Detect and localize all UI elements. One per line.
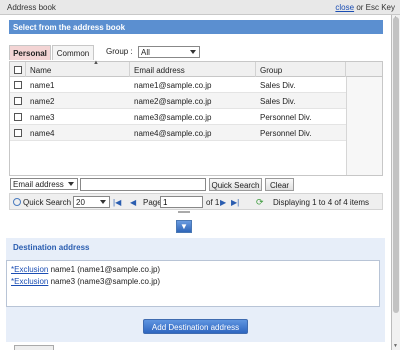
destination-title: Destination address	[13, 243, 90, 252]
table-row[interactable]: name3 name3@sample.co.jp Personnel Div.	[10, 109, 346, 125]
exclusion-link[interactable]: *Exclusion	[11, 277, 48, 286]
window-title: Address book	[7, 3, 56, 12]
search-field-select[interactable]: Email address	[10, 178, 78, 190]
per-page-value: 20	[76, 198, 85, 207]
destination-item-text: name1 (name1@sample.co.jp)	[48, 265, 161, 274]
column-header-email[interactable]: Email address	[130, 62, 256, 77]
exclusion-link[interactable]: *Exclusion	[11, 265, 48, 274]
section-header: Select from the address book	[9, 20, 383, 34]
destination-item: *Exclusion name3 (name3@sample.co.jp)	[11, 277, 160, 286]
row-checkbox[interactable]	[14, 129, 22, 137]
refresh-icon[interactable]: ⟳	[256, 197, 264, 208]
tab-common[interactable]: Common	[52, 45, 94, 60]
column-header-group[interactable]: Group	[256, 62, 346, 77]
chevron-down-icon	[190, 50, 196, 54]
page-count-label: of 1	[206, 198, 220, 207]
column-header-name[interactable]: ▲ Name	[26, 60, 130, 77]
group-select[interactable]: All	[138, 46, 200, 58]
row-group: Sales Div.	[260, 81, 296, 90]
footer-bar: Add Destination address	[6, 312, 385, 342]
search-field-select-value: Email address	[13, 180, 64, 189]
move-down-button[interactable]: ▼	[176, 220, 192, 233]
row-email: name4@sample.co.jp	[134, 129, 212, 138]
table-row[interactable]: name2 name2@sample.co.jp Sales Div.	[10, 93, 346, 109]
add-destination-button[interactable]: Add Destination address	[143, 319, 248, 334]
row-checkbox[interactable]	[14, 97, 22, 105]
row-group: Sales Div.	[260, 97, 296, 106]
row-name: name1	[30, 81, 55, 90]
first-page-icon[interactable]: |◀	[113, 198, 121, 207]
table-row[interactable]: name4 name4@sample.co.jp Personnel Div.	[10, 125, 346, 141]
close-hint: or Esc Key	[354, 3, 395, 12]
address-table: ▲ Name Email address Group name1 name1@s…	[9, 60, 383, 176]
display-count: Displaying 1 to 4 of 4 items	[273, 198, 370, 207]
scroll-down-icon[interactable]: ▼	[393, 343, 398, 349]
chevron-down-icon	[100, 200, 106, 204]
page-label: Page	[143, 198, 162, 207]
header-select-all-cell	[10, 62, 26, 77]
column-header-name-label: Name	[30, 66, 52, 75]
quick-search-button[interactable]: Quick Search	[209, 178, 262, 191]
last-page-icon[interactable]: ▶|	[231, 198, 239, 207]
prev-page-icon[interactable]: ◀	[130, 198, 136, 207]
destination-list: *Exclusion name1 (name1@sample.co.jp) *E…	[6, 260, 380, 307]
tab-personal[interactable]: Personal	[9, 45, 51, 60]
group-select-value: All	[141, 48, 150, 57]
chevron-down-icon	[68, 182, 74, 186]
table-header: ▲ Name Email address Group	[10, 60, 382, 77]
row-email: name1@sample.co.jp	[134, 81, 212, 90]
row-email: name2@sample.co.jp	[134, 97, 212, 106]
row-name: name3	[30, 113, 55, 122]
table-row[interactable]: name1 name1@sample.co.jp Sales Div.	[10, 77, 346, 93]
group-filter-label: Group :	[106, 47, 133, 56]
title-bar: Address book close or Esc Key	[0, 0, 400, 15]
destination-item-text: name3 (name3@sample.co.jp)	[48, 277, 161, 286]
search-bar: Email address Quick Search Clear	[9, 177, 383, 193]
pagination-bar: Quick Search 20 |◀ ◀ Page of 1 ▶ ▶| ⟳ Di…	[9, 193, 383, 210]
resize-grip-icon[interactable]	[178, 211, 190, 213]
scrollbar-thumb[interactable]	[393, 17, 399, 313]
row-email: name3@sample.co.jp	[134, 113, 212, 122]
search-icon[interactable]	[13, 198, 21, 206]
row-checkbox[interactable]	[14, 81, 22, 89]
row-checkbox[interactable]	[14, 113, 22, 121]
bottom-tab-stub	[14, 345, 54, 350]
row-name: name4	[30, 129, 55, 138]
pager-quick-search-label[interactable]: Quick Search	[23, 198, 71, 207]
close-link[interactable]: close	[335, 3, 354, 12]
row-group: Personnel Div.	[260, 129, 312, 138]
select-all-checkbox[interactable]	[14, 66, 22, 74]
search-input[interactable]	[80, 178, 206, 191]
row-name: name2	[30, 97, 55, 106]
window-scrollbar[interactable]: ▲ ▼	[392, 15, 400, 350]
table-scrollbar[interactable]	[346, 77, 382, 175]
per-page-select[interactable]: 20	[73, 196, 110, 208]
arrow-down-icon: ▼	[180, 222, 188, 231]
close-area: close or Esc Key	[335, 3, 395, 12]
clear-button[interactable]: Clear	[265, 178, 294, 191]
next-page-icon[interactable]: ▶	[220, 198, 226, 207]
sort-caret-icon: ▲	[93, 60, 99, 66]
page-number-input[interactable]	[160, 196, 203, 208]
row-group: Personnel Div.	[260, 113, 312, 122]
destination-item: *Exclusion name1 (name1@sample.co.jp)	[11, 265, 160, 274]
